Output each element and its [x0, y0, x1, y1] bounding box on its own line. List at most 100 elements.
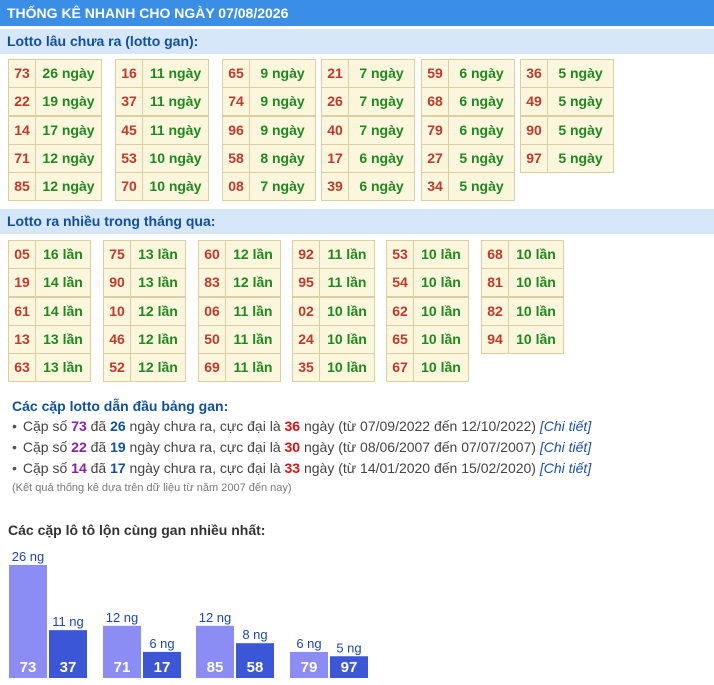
- frequent-number[interactable]: 60: [198, 240, 226, 269]
- frequent-count: 10 lần: [509, 268, 564, 298]
- frequent-cell: 92 11 lần: [292, 240, 375, 269]
- gan-cell: 79 6 ngày: [421, 115, 515, 145]
- frequent-number[interactable]: 81: [481, 268, 509, 298]
- detail-link[interactable]: [Chi tiết]: [540, 460, 591, 476]
- gan-number[interactable]: 40: [321, 115, 349, 145]
- frequent-number[interactable]: 75: [103, 240, 131, 269]
- frequent-number[interactable]: 19: [8, 268, 36, 298]
- frequent-count: 12 lần: [131, 296, 186, 326]
- gan-number[interactable]: 34: [421, 172, 449, 202]
- gan-number[interactable]: 73: [8, 59, 36, 88]
- bar-value-label: 8 ng: [242, 627, 267, 642]
- gan-cell: 27 5 ngày: [421, 143, 515, 173]
- gan-number[interactable]: 22: [8, 87, 36, 117]
- gan-number[interactable]: 26: [321, 87, 349, 117]
- gan-number[interactable]: 37: [115, 87, 143, 117]
- bullet-icon: •: [12, 460, 17, 476]
- bar-value-label: 26 ng: [12, 549, 45, 564]
- gan-number[interactable]: 53: [115, 143, 143, 173]
- frequent-number[interactable]: 13: [8, 324, 36, 354]
- gan-number[interactable]: 90: [520, 115, 548, 145]
- gan-number[interactable]: 68: [421, 87, 449, 117]
- gan-count: 11 ngày: [143, 59, 209, 88]
- gan-number[interactable]: 45: [115, 115, 143, 145]
- pairs-section: Các cặp lotto dẫn đầu bảng gan: • Cặp số …: [12, 398, 692, 494]
- frequent-number[interactable]: 53: [386, 240, 414, 269]
- gan-number[interactable]: 58: [222, 143, 250, 173]
- pair-text: ngày chưa ra, cực đại là: [125, 439, 285, 455]
- frequent-number[interactable]: 35: [292, 353, 320, 383]
- bar-label: 85: [207, 659, 224, 676]
- frequent-cell: 60 12 lần: [198, 240, 281, 269]
- frequent-cell: 05 16 lần: [8, 240, 91, 269]
- gan-number[interactable]: 65: [222, 59, 250, 88]
- frequent-cell: 10 12 lần: [103, 296, 186, 326]
- frequent-number[interactable]: 50: [198, 324, 226, 354]
- frequent-number[interactable]: 24: [292, 324, 320, 354]
- frequent-count: 11 lần: [226, 324, 281, 354]
- gan-number[interactable]: 71: [8, 143, 36, 173]
- pair-line: • Cặp số 73 đã 26 ngày chưa ra, cực đại l…: [12, 418, 692, 439]
- gan-number[interactable]: 39: [321, 172, 349, 202]
- gan-cell: 49 5 ngày: [520, 87, 614, 117]
- frequent-number[interactable]: 63: [8, 353, 36, 383]
- bar-value-label: 6 ng: [296, 636, 321, 651]
- frequent-number[interactable]: 52: [103, 353, 131, 383]
- gan-number[interactable]: 74: [222, 87, 250, 117]
- frequent-number[interactable]: 65: [386, 324, 414, 354]
- gan-number[interactable]: 97: [520, 143, 548, 173]
- frequent-number[interactable]: 61: [8, 296, 36, 326]
- gan-number[interactable]: 08: [222, 172, 250, 202]
- pair-days: 19: [110, 439, 126, 455]
- frequent-number[interactable]: 69: [198, 353, 226, 383]
- gan-number[interactable]: 59: [421, 59, 449, 88]
- detail-link[interactable]: [Chi tiết]: [540, 418, 591, 434]
- frequent-number[interactable]: 92: [292, 240, 320, 269]
- gan-number[interactable]: 14: [8, 115, 36, 145]
- frequent-cell: 24 10 lần: [292, 324, 375, 354]
- frequent-number[interactable]: 68: [481, 240, 509, 269]
- detail-link[interactable]: [Chi tiết]: [540, 439, 591, 455]
- frequent-cell: 67 10 lần: [386, 353, 469, 383]
- frequent-count: 12 lần: [226, 268, 281, 298]
- frequent-number[interactable]: 06: [198, 296, 226, 326]
- frequent-count: 16 lần: [36, 240, 91, 269]
- gan-number[interactable]: 17: [321, 143, 349, 173]
- pair-max: 33: [284, 460, 301, 476]
- frequent-number[interactable]: 10: [103, 296, 131, 326]
- frequent-number[interactable]: 05: [8, 240, 36, 269]
- pair-max: 36: [284, 418, 301, 434]
- gan-cell: 71 12 ngày: [8, 143, 102, 173]
- frequent-cell: 50 11 lần: [198, 324, 281, 354]
- gan-number[interactable]: 21: [321, 59, 349, 88]
- frequent-number[interactable]: 90: [103, 268, 131, 298]
- frequent-number[interactable]: 54: [386, 268, 414, 298]
- frequent-count: 12 lần: [226, 240, 281, 269]
- frequent-number[interactable]: 62: [386, 296, 414, 326]
- gan-number[interactable]: 49: [520, 87, 548, 117]
- frequent-number[interactable]: 94: [481, 324, 509, 354]
- frequent-number[interactable]: 46: [103, 324, 131, 354]
- frequent-count: 13 lần: [36, 353, 91, 383]
- gan-number[interactable]: 36: [520, 59, 548, 88]
- frequent-count: 10 lần: [509, 296, 564, 326]
- gan-count: 9 ngày: [250, 115, 316, 145]
- frequent-number[interactable]: 02: [292, 296, 320, 326]
- bar-label: 73: [20, 659, 37, 676]
- gan-number[interactable]: 27: [421, 143, 449, 173]
- frequent-number[interactable]: 83: [198, 268, 226, 298]
- pair-gan-bar-chart: 73 26 ng 37 11 ng 71 12 ng 17 6 ng 85 12 ng 58 8 ng…: [9, 549, 368, 678]
- gan-number[interactable]: 16: [115, 59, 143, 88]
- gan-number[interactable]: 85: [8, 172, 36, 202]
- pair-number: 22: [71, 439, 87, 455]
- gan-number[interactable]: 96: [222, 115, 250, 145]
- frequent-number[interactable]: 95: [292, 268, 320, 298]
- bar-value-label: 11 ng: [52, 614, 84, 629]
- frequent-count: 14 lần: [36, 296, 91, 326]
- frequent-section-heading: Lotto ra nhiều trong tháng qua:: [0, 209, 714, 234]
- gan-number[interactable]: 79: [421, 115, 449, 145]
- gan-number[interactable]: 70: [115, 172, 143, 202]
- frequent-number[interactable]: 82: [481, 296, 509, 326]
- frequent-number[interactable]: 67: [386, 353, 414, 383]
- frequent-count: 13 lần: [36, 324, 91, 354]
